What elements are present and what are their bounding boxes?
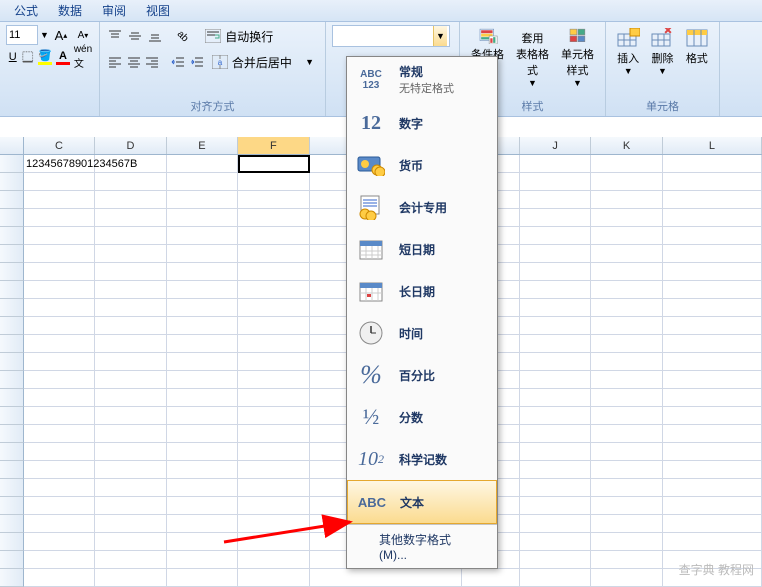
format-accounting[interactable]: 会计专用 (347, 186, 497, 228)
delete-button[interactable]: 删除▼ (646, 25, 678, 91)
align-center-button[interactable] (125, 51, 143, 73)
font-color-button[interactable]: A (55, 47, 71, 67)
format-button[interactable]: 格式 (681, 25, 713, 91)
col-header-l[interactable]: L (663, 137, 762, 154)
wrap-text-button[interactable]: 自动换行 (200, 25, 319, 47)
format-time[interactable]: 时间 (347, 312, 497, 354)
col-header-e[interactable]: E (167, 137, 238, 154)
orientation-button[interactable]: ab (173, 25, 192, 47)
menu-bar: 公式 数据 审阅 视图 (0, 0, 762, 22)
col-header-c[interactable]: C (24, 137, 95, 154)
align-middle-button[interactable] (126, 25, 145, 47)
border-button[interactable] (21, 47, 34, 67)
insert-button[interactable]: 插入▼ (612, 25, 644, 91)
menu-review[interactable]: 审阅 (92, 0, 136, 21)
scientific-icon: 102 (355, 444, 387, 474)
fraction-icon: ½ (355, 402, 387, 432)
long-date-icon (355, 276, 387, 306)
format-long-date[interactable]: 长日期 (347, 270, 497, 312)
merge-center-button[interactable]: a合并后居中▼ (207, 51, 319, 73)
number-icon: 12 (355, 108, 387, 138)
decrease-font-button[interactable]: A▾ (73, 25, 93, 45)
accounting-icon (355, 192, 387, 222)
row-header-1[interactable] (0, 155, 24, 173)
fill-color-button[interactable]: 🪣 (37, 47, 53, 67)
percent-icon: % (355, 360, 387, 390)
font-group: ▼ A▴ A▾ U 🪣 A wén文 (0, 22, 100, 116)
decrease-indent-button[interactable] (169, 51, 187, 73)
menu-data[interactable]: 数据 (48, 0, 92, 21)
col-header-k[interactable]: K (591, 137, 662, 154)
watermark: 查字典 教程网 (679, 561, 754, 578)
cell-c1-value: 12345678901234567B (26, 155, 137, 173)
align-top-button[interactable] (106, 25, 125, 47)
general-icon: ABC123 (355, 65, 387, 95)
cell-e1[interactable] (167, 155, 238, 173)
cell-style-button[interactable]: 单元格 样式▼ (556, 25, 599, 91)
format-text[interactable]: ABC 文本 (347, 480, 497, 524)
align-left-button[interactable] (106, 51, 124, 73)
chevron-down-icon: ▼ (436, 31, 445, 41)
cells-group-label: 单元格 (606, 98, 719, 114)
increase-font-button[interactable]: A▴ (51, 25, 71, 45)
align-group: ab 自动换行 a合并后居中▼ 对齐方式 (100, 22, 326, 116)
col-header-j[interactable]: J (520, 137, 591, 154)
phonetic-button[interactable]: wén文 (73, 47, 93, 67)
table-format-button[interactable]: 套用 表格格式▼ (511, 25, 554, 91)
format-number[interactable]: 12 数字 (347, 102, 497, 144)
format-currency[interactable]: 货币 (347, 144, 497, 186)
format-fraction[interactable]: ½ 分数 (347, 396, 497, 438)
increase-indent-button[interactable] (188, 51, 206, 73)
cell-f1-active[interactable] (238, 155, 309, 173)
align-group-label: 对齐方式 (100, 98, 325, 114)
svg-text:a: a (218, 58, 223, 67)
col-header-f[interactable]: F (238, 137, 309, 154)
align-right-button[interactable] (143, 51, 161, 73)
format-scientific[interactable]: 102 科学记数 (347, 438, 497, 480)
time-icon (355, 318, 387, 348)
underline-button[interactable]: U (6, 47, 19, 67)
menu-formula[interactable]: 公式 (4, 0, 48, 21)
format-percent[interactable]: % 百分比 (347, 354, 497, 396)
select-all-corner[interactable] (0, 137, 24, 154)
format-more[interactable]: 其他数字格式(M)... (347, 525, 497, 568)
cells-group: 插入▼ 删除▼ 格式 单元格 (606, 22, 720, 116)
col-header-d[interactable]: D (95, 137, 166, 154)
annotation-arrow (222, 498, 362, 548)
number-format-dropdown[interactable]: ▼ (332, 25, 450, 47)
short-date-icon (355, 234, 387, 264)
menu-view[interactable]: 视图 (136, 0, 180, 21)
format-general[interactable]: ABC123 常规无特定格式 (347, 57, 497, 102)
align-bottom-button[interactable] (145, 25, 164, 47)
currency-icon (355, 150, 387, 180)
number-format-menu: ABC123 常规无特定格式 12 数字 货币 会计专用 短日期 长日期 时间 … (346, 56, 498, 569)
format-short-date[interactable]: 短日期 (347, 228, 497, 270)
font-size-input[interactable] (6, 25, 38, 45)
